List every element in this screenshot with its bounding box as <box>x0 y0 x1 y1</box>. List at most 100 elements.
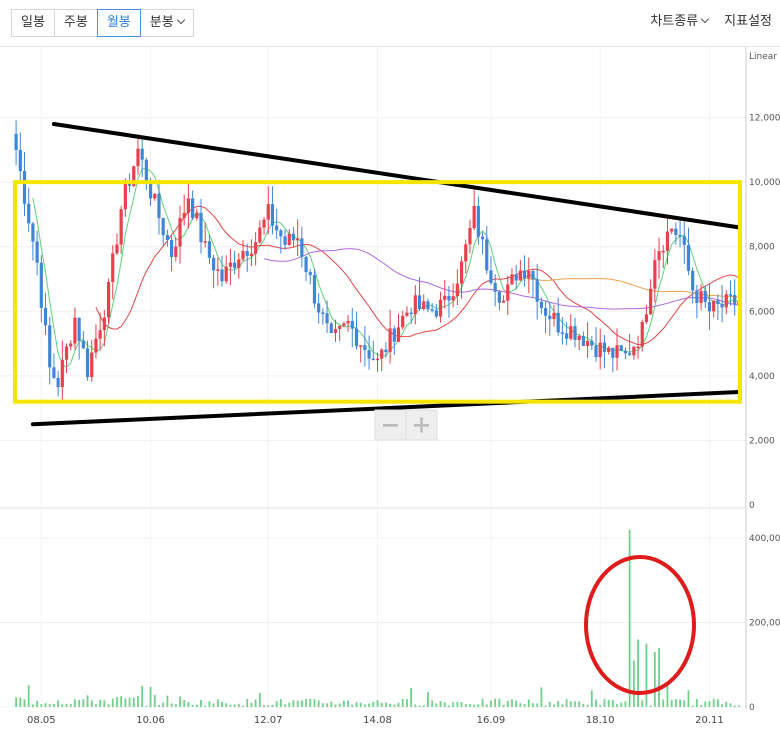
candle-body <box>716 300 720 305</box>
chevron-down-icon <box>176 15 185 25</box>
volume-tick-label: 400,000 <box>749 534 780 544</box>
date-label: 08.05 <box>27 715 56 726</box>
volume-bar <box>279 699 282 707</box>
volume-bar <box>490 700 492 707</box>
volume-bar <box>275 701 278 707</box>
candle-body <box>359 345 363 347</box>
volume-bar <box>137 696 139 707</box>
candle-body <box>165 235 169 241</box>
candle-body <box>258 227 262 243</box>
candle-body <box>720 304 724 308</box>
candle-body <box>573 326 577 341</box>
candle-body <box>455 283 459 297</box>
candle-body <box>300 238 304 257</box>
volume-bar <box>258 692 261 707</box>
candle-body <box>493 282 497 292</box>
volume-bar <box>78 700 81 707</box>
volume-bar <box>69 703 72 707</box>
volume-bar <box>481 698 484 707</box>
candle-body <box>233 262 237 268</box>
candle-body <box>733 295 737 305</box>
volume-bar <box>99 699 102 707</box>
candle-body <box>43 307 48 326</box>
candle-body <box>52 367 56 378</box>
highlight-ellipse <box>584 555 696 695</box>
candle-body <box>22 171 27 204</box>
volume-bar <box>502 704 505 707</box>
candle-body <box>333 329 338 333</box>
candle-body <box>417 295 422 310</box>
candle-body <box>90 352 94 378</box>
volume-bar <box>553 704 555 707</box>
candle-body <box>157 193 161 219</box>
volume-bar <box>620 702 623 707</box>
candle-body <box>594 345 598 358</box>
volume-bar <box>120 696 123 707</box>
volume-bar <box>296 700 299 707</box>
candle-body <box>81 340 85 349</box>
candle-body <box>148 182 153 199</box>
tab-weekly[interactable]: 주봉 <box>53 9 98 37</box>
date-label: 14.08 <box>363 715 392 726</box>
candle-body <box>363 345 367 351</box>
candle-body <box>640 322 644 347</box>
volume-bar <box>90 700 93 707</box>
indicator-settings-menu[interactable]: 지표설정 <box>716 9 780 35</box>
candle-body <box>304 256 308 273</box>
candle-body <box>245 251 249 256</box>
volume-bar <box>414 704 417 707</box>
candle-body <box>174 246 178 258</box>
volume-bar <box>233 704 236 707</box>
volume-bar <box>19 697 22 707</box>
candle-body <box>611 347 615 358</box>
volume-bar <box>334 704 337 707</box>
candle-body <box>472 206 476 229</box>
volume-bar <box>527 699 530 707</box>
volume-bar <box>725 702 728 707</box>
tab-daily[interactable]: 일봉 <box>11 9 55 37</box>
tab-monthly[interactable]: 월봉 <box>96 9 141 37</box>
candle-body <box>325 313 329 324</box>
chart-type-menu[interactable]: 차트종류 <box>642 9 716 35</box>
candle-body <box>405 312 409 316</box>
moving-average-lines <box>32 168 740 369</box>
volume-bar <box>422 705 425 707</box>
candle-body <box>670 228 674 232</box>
candle-body <box>674 228 678 235</box>
volume-bar <box>65 703 68 707</box>
volume-bar <box>254 699 257 707</box>
volume-bar <box>116 697 118 707</box>
candle-body <box>31 223 35 242</box>
candle-body <box>552 312 556 320</box>
candle-body <box>186 198 190 213</box>
volume-bar <box>158 705 160 707</box>
candle-body <box>161 218 165 236</box>
tab-minute[interactable]: 분봉 <box>139 9 194 37</box>
candle-body <box>102 317 106 331</box>
candle-body <box>119 209 123 245</box>
candle-body <box>497 291 501 303</box>
volume-bar <box>477 704 480 707</box>
volume-bar <box>300 700 303 707</box>
candle-body <box>543 308 548 316</box>
volume-bar <box>40 704 43 707</box>
candle-body <box>426 301 430 310</box>
candle-body <box>392 328 396 342</box>
volume-bar <box>464 703 467 707</box>
price-tick-label: 6,000 <box>749 307 775 317</box>
candle-body <box>354 328 359 347</box>
volume-bar <box>435 703 438 707</box>
volume-bar <box>103 700 106 707</box>
stock-chart[interactable]: Linear 2,000 4,000 6,000 8,000 10,000 12,000 0 0… <box>0 47 780 729</box>
volume-bar <box>691 705 694 707</box>
axes: Linear 2,000 4,000 6,000 8,000 10,000 12,000 0 0… <box>27 47 780 726</box>
volume-bar <box>351 704 354 707</box>
candle-body <box>401 315 405 328</box>
candle-body <box>35 241 39 263</box>
candle-body <box>501 300 506 303</box>
volume-bar <box>431 700 434 707</box>
volume-bar <box>599 705 602 707</box>
volume-bar <box>616 704 618 707</box>
candle-body <box>434 310 438 317</box>
candle-body <box>623 350 628 354</box>
